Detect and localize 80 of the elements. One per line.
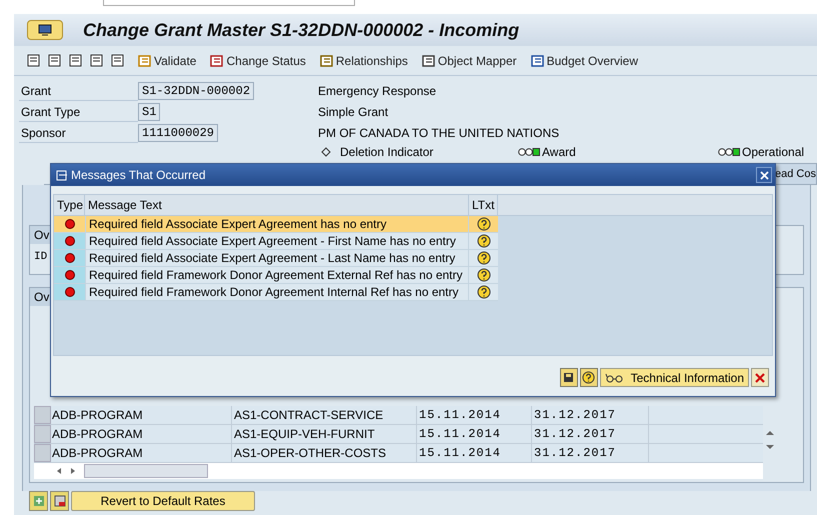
technical-information-button[interactable]: Technical Information [600, 368, 749, 387]
delete-icon [54, 495, 66, 507]
table-cell: AS1-OPER-OTHER-COSTS [232, 444, 417, 462]
table-cell: 15.11.2014 [417, 406, 532, 424]
delete-row-button[interactable] [50, 491, 69, 511]
close-button[interactable] [756, 167, 772, 183]
value-field[interactable]: 1111000029 [138, 124, 218, 142]
menu-button[interactable] [27, 20, 63, 40]
add-icon [32, 495, 44, 507]
traffic-light-icon [718, 147, 740, 157]
dialog-icon [56, 170, 68, 180]
screen-icon [38, 24, 52, 36]
message-row[interactable]: Required field Associate Expert Agreement - Last Name has no entry [54, 250, 498, 267]
indicator-label: Deletion Indicator [340, 144, 434, 161]
help-button[interactable] [580, 368, 598, 387]
toolbar-icon [138, 54, 152, 68]
command-field[interactable] [103, 0, 355, 6]
toolbar-icon [210, 54, 224, 68]
document-icon[interactable] [27, 54, 40, 67]
revert-button[interactable]: Revert to Default Rates [71, 491, 255, 511]
toolbar-button[interactable]: Relationships [320, 52, 408, 70]
message-text: Required field Associate Expert Agreement has no entry [85, 216, 469, 232]
table-cell: 15.11.2014 [417, 444, 532, 462]
toolbar-button[interactable]: Object Mapper [422, 52, 517, 70]
cancel-icon [755, 372, 765, 382]
message-row[interactable]: Required field Associate Expert Agreement - First Name has no entry [54, 233, 498, 250]
table-cell: ADB-PROGRAM [51, 444, 232, 462]
table-cell: 31.12.2017 [532, 425, 649, 443]
message-row[interactable]: Required field Framework Donor Agreement Internal Ref has no entry [54, 284, 498, 301]
save-icon [563, 372, 574, 383]
message-text: Required field Associate Expert Agreement - Last Name has no entry [85, 250, 469, 266]
save-button[interactable] [560, 368, 578, 387]
error-icon [64, 218, 76, 230]
message-text: Required field Associate Expert Agreement - First Name has no entry [85, 233, 469, 249]
value-field[interactable]: S1-32DDN-000002 [138, 82, 254, 100]
window-title: Change Grant Master S1-32DDN-000002 - Incoming [83, 18, 520, 42]
help-icon[interactable] [476, 285, 490, 299]
message-row[interactable]: Required field Framework Donor Agreement External Ref has no entry [54, 267, 498, 284]
diamond-icon [320, 147, 332, 157]
table-cell: ADB-PROGRAM [51, 425, 232, 443]
table-cell: ADB-PROGRAM [51, 406, 232, 424]
cancel-button[interactable] [751, 368, 769, 387]
message-row[interactable]: Required field Associate Expert Agreement has no entry [54, 216, 498, 233]
message-text: Required field Framework Donor Agreement Internal Ref has no entry [85, 284, 469, 300]
field-description: PM OF CANADA TO THE UNITED NATIONS [318, 125, 560, 142]
error-icon [64, 235, 76, 247]
add-row-button[interactable] [29, 491, 48, 511]
help-icon[interactable] [476, 268, 490, 282]
table-cell: 15.11.2014 [417, 425, 532, 443]
error-icon [64, 269, 76, 281]
table-cell: AS1-CONTRACT-SERVICE [232, 406, 417, 424]
scrollbar-thumb[interactable] [84, 464, 208, 478]
help-icon[interactable] [476, 234, 490, 248]
error-icon [64, 286, 76, 298]
table-cell: AS1-EQUIP-VEH-FURNIT [232, 425, 417, 443]
toolbar-icon [320, 54, 334, 68]
field-description: Simple Grant [318, 104, 390, 121]
document-icon[interactable] [69, 54, 82, 67]
field-description: Emergency Response [318, 83, 438, 100]
toolbar-button[interactable]: Validate [138, 52, 196, 70]
table-cell: 31.12.2017 [532, 406, 649, 424]
toolbar-button[interactable]: Budget Overview [530, 52, 638, 70]
traffic-light-icon [518, 147, 540, 157]
table-cell: 31.12.2017 [532, 444, 649, 462]
close-icon [760, 170, 768, 180]
help-icon [582, 371, 596, 384]
toolbar-icon [530, 54, 545, 68]
document-icon[interactable] [48, 54, 61, 67]
indicator-label: Operational [742, 144, 804, 161]
page-icon[interactable] [111, 54, 124, 67]
indicator-label: Award [542, 144, 576, 161]
field-label: ID [34, 251, 48, 263]
value-field[interactable]: S1 [138, 103, 160, 121]
error-icon [64, 252, 76, 264]
message-text: Required field Framework Donor Agreement External Ref has no entry [85, 267, 469, 283]
toolbar-button[interactable]: Change Status [210, 52, 306, 70]
toolbar-icon [422, 54, 436, 68]
help-icon[interactable] [476, 251, 490, 265]
help-icon[interactable] [476, 217, 490, 231]
dialog-title: Messages That Occurred [71, 167, 207, 184]
